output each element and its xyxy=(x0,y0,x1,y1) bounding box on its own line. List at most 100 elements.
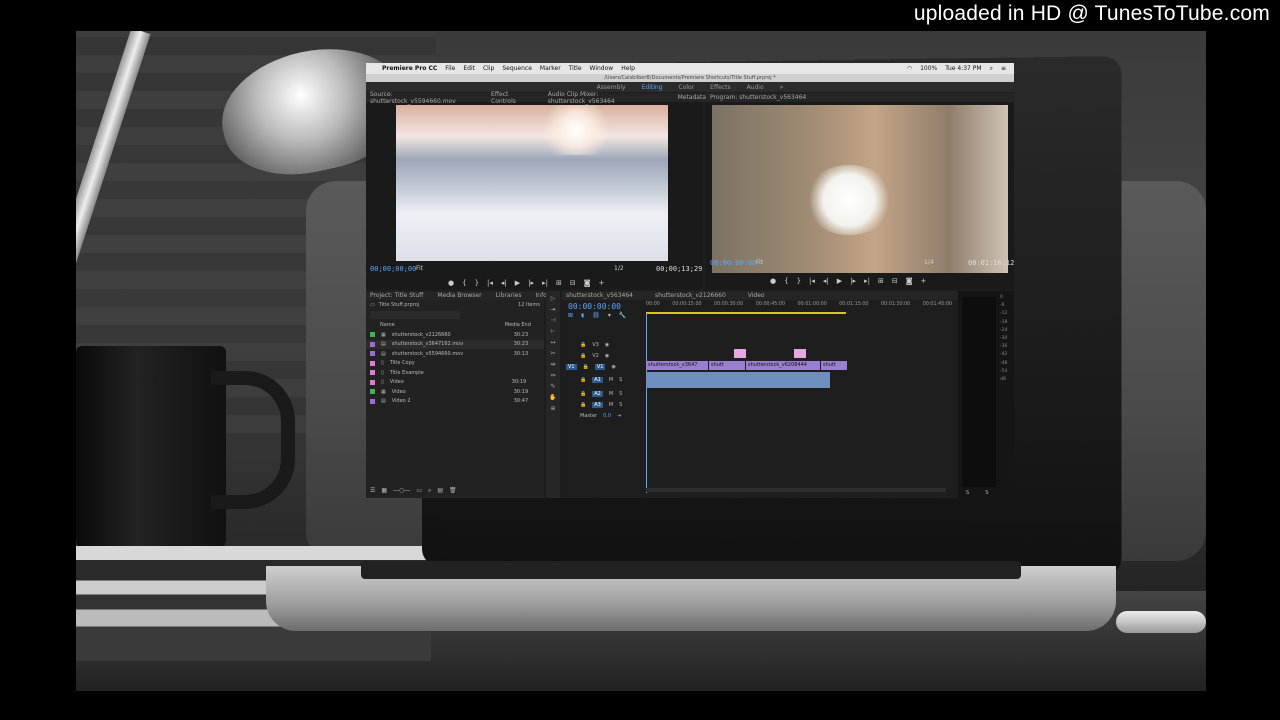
time-ruler[interactable]: 00:00 00:00:15:00 00:00:30:00 00:00:45:0… xyxy=(646,302,952,307)
lock-icon[interactable]: 🔒 xyxy=(580,342,586,348)
step-forward-icon[interactable]: |▸ xyxy=(850,277,856,285)
extract-icon[interactable]: ⊟ xyxy=(892,277,898,285)
workspace-effects[interactable]: Effects xyxy=(710,84,730,91)
goto-in-icon[interactable]: |◂ xyxy=(487,279,493,287)
add-marker-icon[interactable]: ▾ xyxy=(608,312,611,319)
audio-clip[interactable] xyxy=(646,372,830,381)
trash-icon[interactable]: 🗑 xyxy=(449,487,457,495)
tab-sequence-3[interactable]: Video xyxy=(748,292,765,299)
list-view-icon[interactable]: ☰ xyxy=(370,487,375,495)
program-timecode-in[interactable]: 00:00:00:00 xyxy=(710,259,756,267)
find-icon[interactable]: ⌕ xyxy=(428,487,431,495)
timeline-scrollbar[interactable] xyxy=(646,488,946,492)
lock-icon[interactable]: 🔒 xyxy=(580,353,586,359)
hand-icon[interactable]: ✋ xyxy=(549,394,556,401)
lock-icon[interactable]: 🔒 xyxy=(580,377,586,383)
snap-icon[interactable]: ◖ xyxy=(581,312,584,319)
clock[interactable]: Tue 4:37 PM xyxy=(945,65,981,73)
work-area-bar[interactable] xyxy=(646,312,846,314)
menu-marker[interactable]: Marker xyxy=(540,65,561,72)
video-clip[interactable]: shutt xyxy=(821,361,847,370)
add-button-icon[interactable]: + xyxy=(598,279,604,287)
menu-list-icon[interactable]: ≡ xyxy=(1001,65,1006,73)
new-bin-icon[interactable]: ▭ xyxy=(416,487,422,495)
list-item[interactable]: ▯ Video 30:19 xyxy=(366,378,544,388)
title-clip[interactable] xyxy=(794,349,806,358)
playhead[interactable] xyxy=(646,313,647,493)
icon-view-icon[interactable]: ▦ xyxy=(381,487,387,495)
wifi-icon[interactable]: ◠ xyxy=(907,65,912,73)
tab-source[interactable]: Source: shutterstock_v5594660.mov xyxy=(370,91,477,105)
insert-icon[interactable]: ⊞ xyxy=(556,279,562,287)
linked-selection-icon[interactable]: ⛓ xyxy=(592,312,600,319)
goto-out-icon[interactable]: ▸| xyxy=(542,279,548,287)
lock-icon[interactable]: 🔒 xyxy=(583,364,589,370)
tab-libraries[interactable]: Libraries xyxy=(496,292,522,299)
list-item[interactable]: ▦ shutterstock_v2126660 30:23 xyxy=(366,330,544,340)
tab-sequence-1[interactable]: shutterstock_v563464 xyxy=(566,292,633,299)
export-frame-icon[interactable]: ◙ xyxy=(906,277,913,285)
tab-media-browser[interactable]: Media Browser xyxy=(437,292,481,299)
export-frame-icon[interactable]: ◙ xyxy=(584,279,591,287)
menu-edit[interactable]: Edit xyxy=(463,65,475,72)
menu-app[interactable]: Premiere Pro CC xyxy=(382,65,437,72)
eye-icon[interactable]: ◉ xyxy=(605,342,609,348)
list-item[interactable]: ▤ Video 2 30:47 xyxy=(366,397,544,407)
list-item[interactable]: ▦ Video 30:19 xyxy=(366,387,544,397)
menu-window[interactable]: Window xyxy=(590,65,614,72)
project-search-input[interactable] xyxy=(370,311,460,319)
video-clip[interactable]: shutterstock_v6208444 xyxy=(746,361,820,370)
razor-icon[interactable]: ✂ xyxy=(550,350,555,357)
column-media-end[interactable]: Media End xyxy=(505,322,531,328)
ripple-edit-icon[interactable]: ⊣ xyxy=(550,317,555,324)
timeline-settings-icon[interactable]: 🔧 xyxy=(619,312,626,319)
step-forward-icon[interactable]: |▸ xyxy=(528,279,534,287)
slip-icon[interactable]: ⇹ xyxy=(550,361,555,368)
step-back-icon[interactable]: ◂| xyxy=(501,279,507,287)
rate-stretch-icon[interactable]: ↔ xyxy=(550,339,555,346)
master-level[interactable]: 0.0 xyxy=(603,413,611,419)
zoom-slider[interactable]: ―○― xyxy=(393,487,410,495)
source-fit-select[interactable]: Fit xyxy=(416,265,423,272)
tab-program[interactable]: Program: shutterstock_v563464 xyxy=(710,94,806,101)
mute-toggle[interactable]: M xyxy=(609,402,613,408)
track-header-v2[interactable]: 🔒 V2 ◉ xyxy=(562,350,646,361)
mark-in-icon[interactable]: { xyxy=(462,279,466,287)
menu-file[interactable]: File xyxy=(445,65,455,72)
list-item[interactable]: ▤ shutterstock_v3647162.mov 30:23 xyxy=(366,339,544,349)
workspace-editing[interactable]: Editing xyxy=(642,84,663,91)
workspace-audio[interactable]: Audio xyxy=(747,84,764,91)
tab-project[interactable]: Project: Title Stuff xyxy=(370,292,423,299)
solo-left-button[interactable]: S xyxy=(966,490,969,496)
track-select-icon[interactable]: ⇥ xyxy=(550,306,555,313)
new-item-icon[interactable]: ▤ xyxy=(437,487,443,495)
lock-icon[interactable]: 🔒 xyxy=(580,402,586,408)
program-resolution-select[interactable]: 1/4 xyxy=(924,259,934,266)
source-timecode-in[interactable]: 00;00;00;00 xyxy=(370,265,416,273)
menu-title[interactable]: Title xyxy=(569,65,582,72)
track-header-master[interactable]: Master 0.0 ⇥ xyxy=(562,410,646,421)
audio-clip[interactable] xyxy=(646,381,830,388)
step-back-icon[interactable]: ◂| xyxy=(823,277,829,285)
rolling-edit-icon[interactable]: ⊢ xyxy=(550,328,555,335)
solo-toggle[interactable]: S xyxy=(619,391,622,397)
mark-in-icon[interactable]: { xyxy=(784,277,788,285)
track-header-a3[interactable]: 🔒 A3 M S xyxy=(562,399,646,410)
goto-out-icon[interactable]: ▸| xyxy=(864,277,870,285)
eye-icon[interactable]: ◉ xyxy=(605,353,609,359)
add-button-icon[interactable]: + xyxy=(920,277,926,285)
tab-effect-controls[interactable]: Effect Controls xyxy=(491,91,534,105)
mute-toggle[interactable]: M xyxy=(609,391,613,397)
pen-icon[interactable]: ✎ xyxy=(550,383,555,390)
play-icon[interactable]: ▶ xyxy=(515,279,520,287)
goto-in-icon[interactable]: |◂ xyxy=(809,277,815,285)
list-item[interactable]: ▯ Title Copy xyxy=(366,359,544,369)
eye-icon[interactable]: ◉ xyxy=(611,364,615,370)
list-item[interactable]: ▤ shutterstock_v5594660.mov 30:13 xyxy=(366,349,544,359)
video-clip[interactable]: shutterstock_v3647 xyxy=(646,361,708,370)
menu-clip[interactable]: Clip xyxy=(483,65,494,72)
mark-out-icon[interactable]: } xyxy=(797,277,801,285)
track-header-a1[interactable]: 🔒 A1 M S xyxy=(562,372,646,388)
tab-metadata[interactable]: Metadata xyxy=(678,94,706,101)
menu-help[interactable]: Help xyxy=(621,65,635,72)
